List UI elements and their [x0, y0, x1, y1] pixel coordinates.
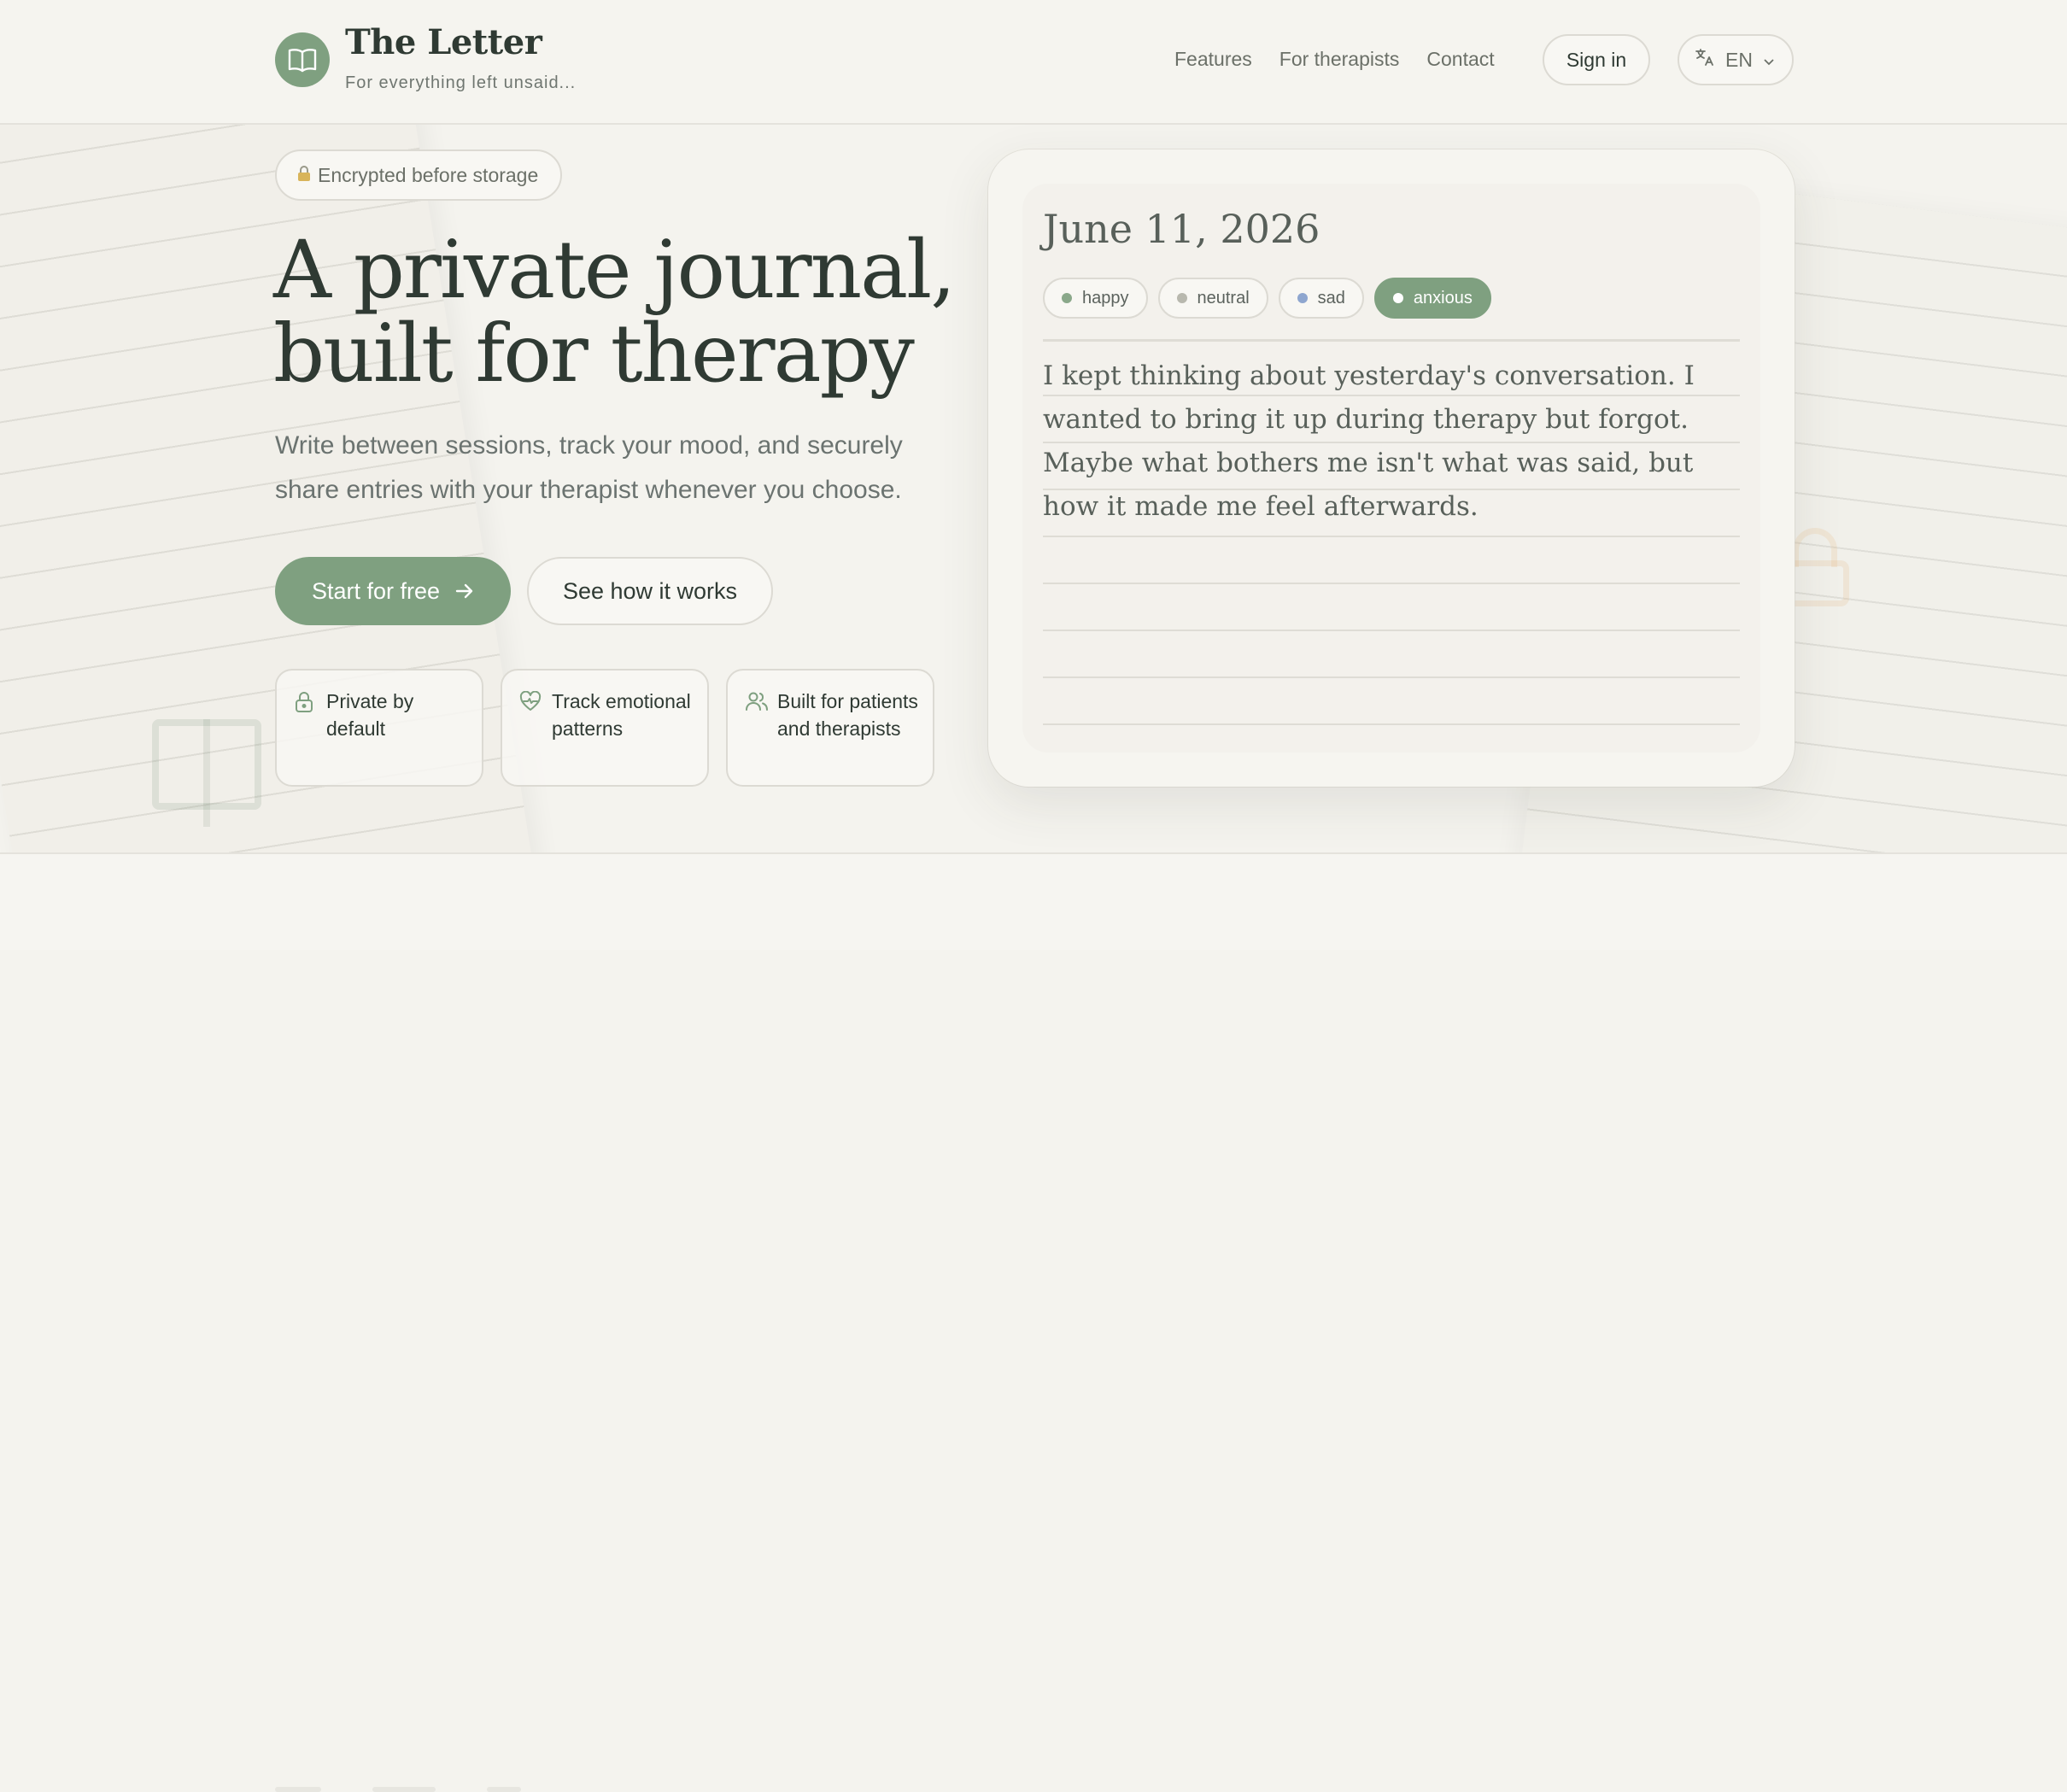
chevron-down-icon — [1763, 49, 1775, 72]
mood-chip-happy[interactable]: happy — [1043, 278, 1148, 319]
mood-chip-anxious[interactable]: anxious — [1373, 278, 1491, 319]
feature-label: Track emotional patterns — [552, 690, 691, 740]
feature-card-private: Private by default — [275, 669, 483, 787]
mood-selector: happy neutral sad anxious — [1043, 278, 1491, 319]
journal-entry-text[interactable]: I kept thinking about yesterday's conver… — [1043, 354, 1740, 529]
mood-chip-sad[interactable]: sad — [1278, 278, 1364, 319]
start-for-free-label: Start for free — [311, 577, 441, 604]
feature-card-roles: Built for patients and therapists — [726, 669, 934, 787]
arrow-right-icon — [455, 578, 474, 605]
brand-title[interactable]: The Letter — [345, 22, 542, 62]
badge-label: Encrypted before storage — [318, 163, 539, 186]
translate-icon — [1695, 47, 1715, 73]
brand-tagline: For everything left unsaid... — [345, 73, 577, 92]
entry-date: June 11, 2026 — [1043, 206, 1320, 252]
hero-title: A private journal, built for therapy — [273, 229, 1025, 396]
lock-icon — [294, 691, 314, 717]
nav-link-features[interactable]: Features — [1174, 48, 1252, 71]
mood-chip-neutral[interactable]: neutral — [1157, 278, 1268, 319]
users-icon — [745, 691, 769, 716]
hero-subtitle: Write between sessions, track your mood,… — [275, 431, 903, 504]
see-how-it-works-button[interactable]: See how it works — [527, 557, 773, 625]
entry-divider — [1043, 339, 1740, 342]
mood-dot — [1297, 293, 1308, 303]
mood-dot — [1176, 293, 1187, 303]
journal-entry-page: June 11, 2026 happy neutral sad anxious … — [1022, 184, 1760, 753]
hero-title-line-2: built for therapy — [273, 307, 915, 401]
feature-card-emotions: Track emotional patterns — [501, 669, 709, 787]
next-section — [0, 852, 2067, 1792]
feature-label: Private by default — [326, 690, 414, 740]
mood-dot — [1392, 293, 1403, 303]
heart-pulse-icon — [519, 690, 542, 716]
mood-label: happy — [1082, 288, 1129, 307]
hero-title-line-1: A private journal, — [273, 224, 956, 317]
sign-in-button[interactable]: Sign in — [1543, 34, 1650, 85]
ghost-links — [275, 1787, 521, 1792]
logo-book-icon[interactable] — [275, 32, 330, 87]
main-nav: Features For therapists Contact — [1174, 48, 1495, 71]
faint-book-icon — [152, 719, 261, 827]
site-header: The Letter For everything left unsaid...… — [0, 0, 2067, 125]
language-label: EN — [1725, 48, 1753, 71]
nav-link-contact[interactable]: Contact — [1426, 48, 1494, 71]
language-selector[interactable]: EN — [1678, 34, 1794, 85]
start-for-free-button[interactable]: Start for free — [275, 557, 511, 625]
journal-preview-card: June 11, 2026 happy neutral sad anxious … — [988, 149, 1795, 787]
lock-icon — [297, 164, 311, 187]
mood-label: sad — [1317, 288, 1345, 307]
nav-link-for-therapists[interactable]: For therapists — [1279, 48, 1400, 71]
mood-dot — [1062, 293, 1072, 303]
feature-label: Built for patients and therapists — [777, 690, 918, 740]
encryption-badge: Encrypted before storage — [275, 149, 563, 201]
mood-label: neutral — [1197, 288, 1250, 307]
mood-label: anxious — [1413, 288, 1473, 307]
